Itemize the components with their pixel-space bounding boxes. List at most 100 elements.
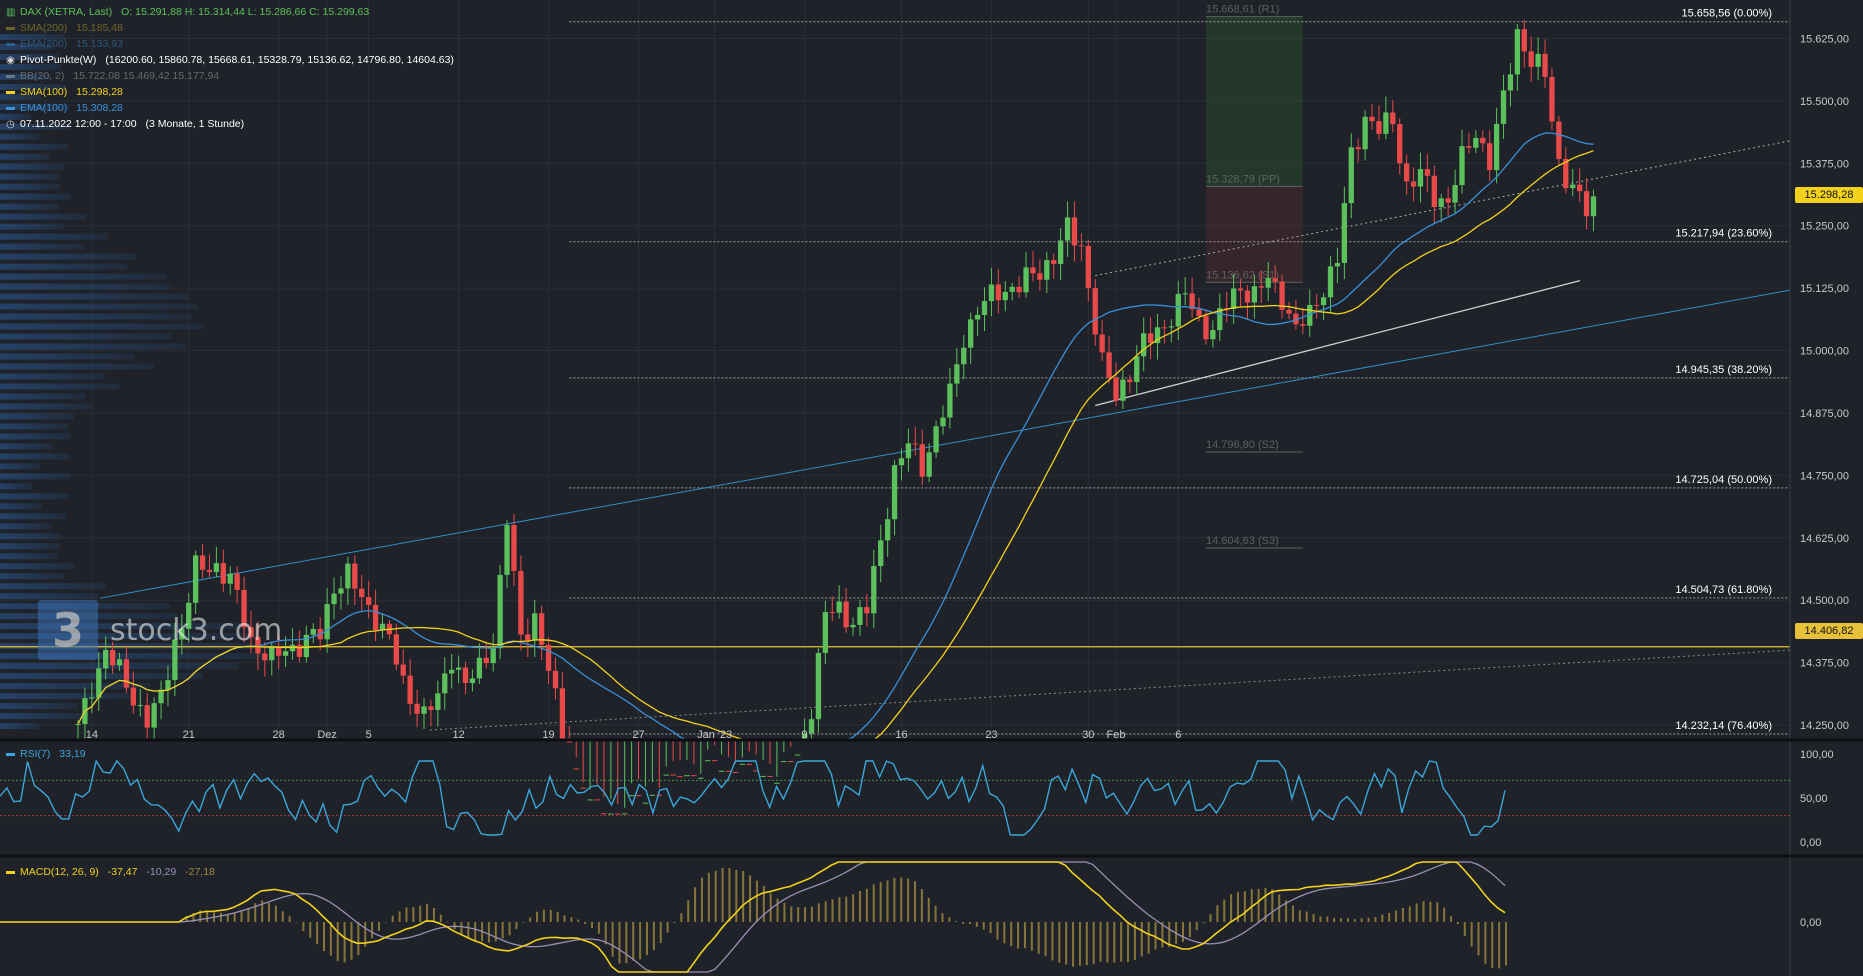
macd-histogram-bar (1202, 922, 1205, 924)
candle-body (282, 651, 289, 656)
macd-legend: MACD(12, 26, 9) -37,47 -10,29 -27,18 (6, 866, 215, 878)
macd-histogram-bar (467, 922, 470, 939)
trendlines (99, 140, 1791, 731)
macd-histogram-bar (652, 922, 655, 950)
candle-body (940, 417, 946, 427)
candle-body (594, 799, 600, 801)
macd-histogram-bar (1223, 899, 1226, 922)
macd-histogram-bar (1353, 919, 1356, 922)
candle-body (1147, 333, 1154, 344)
candle-body (1521, 29, 1527, 52)
legend-item[interactable]: EMA(200) 15.133,93 (6, 38, 123, 51)
macd-histogram-bar (487, 922, 490, 943)
candle-body (781, 761, 787, 763)
price-tick-label: 15.500,00 (1800, 96, 1849, 108)
macd-value-3: -27,18 (185, 866, 215, 878)
macd-histogram-bar (707, 872, 710, 922)
macd-histogram-bar (584, 922, 587, 925)
macd-histogram-bar (1010, 922, 1013, 947)
candle-body (96, 668, 102, 698)
candle-body (151, 703, 157, 728)
macd-histogram-bar (439, 914, 442, 922)
macd-histogram-bar (1360, 918, 1363, 922)
legend-item[interactable]: BB(20, 2) 15.722,08 15.469,42 15.177,94 (6, 70, 219, 83)
macd-histogram-bar (687, 900, 690, 922)
macd-histogram-bar (1168, 922, 1171, 948)
macd-histogram-bar (1106, 922, 1109, 963)
macd-histogram-bar (556, 911, 559, 922)
candle-body (1113, 377, 1119, 401)
candle-body (1127, 379, 1133, 383)
candle-body (988, 284, 995, 302)
legend-item[interactable]: EMA(100) 15.308,28 (6, 102, 123, 115)
legend-value: 15.185,48 (73, 22, 123, 34)
legend-item[interactable]: ◷ 07.11.2022 12:00 - 17:00 (3 Monate, 1 S… (6, 118, 244, 131)
legend-label: 07.11.2022 12:00 - 17:00 (20, 118, 137, 130)
macd-histogram-bar (865, 888, 868, 922)
macd-histogram-bar (1017, 922, 1020, 949)
legend-item[interactable]: SMA(100) 15.298,28 (6, 86, 123, 99)
chart-canvas[interactable]: 15.668,61 (R1)15.328,79 (PP)15.136,62 (S… (0, 0, 1863, 976)
price-axis-bg (1790, 0, 1863, 976)
macd-histogram-bar (817, 903, 820, 922)
candle-body (1466, 146, 1472, 148)
volume-profile-bar (0, 573, 64, 580)
macd-histogram-bar (831, 899, 834, 922)
candle-body (587, 799, 593, 801)
macd-histogram-bar (501, 922, 504, 939)
macd-histogram-bar (1182, 922, 1185, 942)
candle-body (1085, 245, 1091, 289)
macd-histogram-bar (1381, 914, 1384, 922)
legend-swatch (6, 74, 15, 78)
candle-body (1487, 143, 1493, 171)
candle-body (628, 795, 635, 797)
candle-body (469, 678, 476, 684)
volume-profile-bar (0, 593, 99, 600)
volume-profile-bar (0, 433, 71, 440)
candle-body (954, 364, 960, 384)
volume-profile-bar (0, 473, 71, 480)
macd-histogram-bar (412, 907, 415, 922)
candle-body (1251, 286, 1258, 303)
macd-histogram-bar (1209, 914, 1212, 922)
volume-profile-bar (0, 193, 72, 200)
axes: 15.625,00 15.500,00 15.375,00 15.250,00 15.1… (0, 0, 1863, 976)
pivot-label: 14.604,63 (S3) (1206, 535, 1279, 547)
legend-item[interactable]: SMA(200) 15.185,48 (6, 22, 123, 35)
candle-body (1120, 379, 1126, 401)
candle-body (1230, 288, 1237, 309)
volume-profile-bar (0, 503, 42, 510)
candle-body (1507, 74, 1514, 91)
candle-body (1064, 217, 1071, 241)
rsi-tick-label: 100,00 (1800, 749, 1834, 761)
candle-body (1175, 293, 1181, 327)
macd-histogram-bar (357, 922, 360, 955)
candle-body (1535, 53, 1541, 67)
candle-body (580, 787, 586, 789)
candle-body (234, 573, 240, 590)
volume-profile-bar (0, 463, 41, 470)
rsi-value: 33,19 (59, 748, 86, 760)
macd-histogram-bar (962, 922, 965, 924)
volume-profile-bar (0, 293, 189, 300)
candle-body (677, 776, 683, 778)
price-tick-label: 15.125,00 (1800, 283, 1849, 295)
macd-histogram-bar (206, 910, 209, 922)
macd-histogram-bar (900, 877, 903, 922)
macd-histogram-bar (913, 881, 916, 922)
candle-body (1417, 169, 1424, 187)
volume-profile-bar (0, 523, 52, 530)
legend-item[interactable]: ◉ Pivot-Punkte(W) (16200.60, 15860.78, 15… (6, 54, 454, 67)
candle-body (352, 563, 358, 589)
macd-histogram-bar (1243, 891, 1246, 922)
macd-histogram-bar (570, 917, 573, 922)
macd-histogram-bar (879, 881, 882, 922)
legend-value: (16200.60, 15860.78, 15668.61, 15328.79,… (102, 54, 454, 66)
rsi-label: RSI(7) (20, 748, 51, 760)
macd-histogram-bar (611, 922, 614, 957)
volume-profile-bar (0, 413, 75, 420)
candle-body (829, 612, 835, 614)
macd-histogram-bar (934, 905, 937, 922)
candle-body (1549, 76, 1555, 122)
candle-body (1134, 356, 1140, 383)
